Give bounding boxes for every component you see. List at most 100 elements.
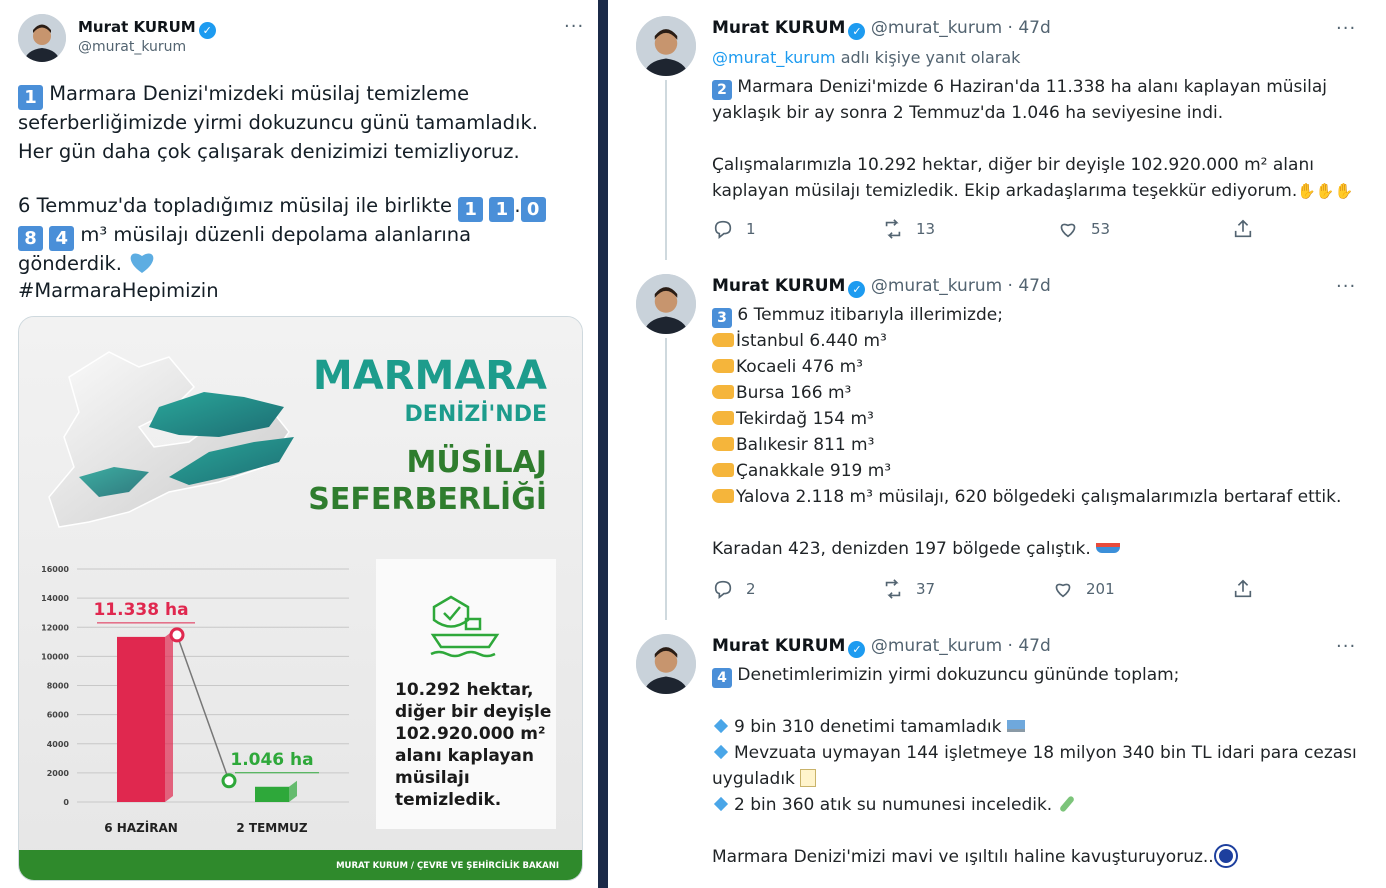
author-handle[interactable]: @murat_kurum	[78, 39, 186, 55]
verified-badge-icon: ✓	[198, 22, 216, 39]
laptop-icon	[1006, 720, 1025, 732]
y-tick-label: 8000	[47, 682, 70, 691]
hashtag-link[interactable]: #MarmaraHepimizin	[18, 277, 219, 305]
data-label: 11.338 ha	[93, 600, 188, 620]
reply-context: @murat_kurum adlı kişiye yanıt olarak	[712, 48, 1021, 67]
author-name[interactable]: Murat KURUM	[712, 636, 845, 656]
share-button[interactable]	[1232, 218, 1254, 240]
title-denizinde: DENİZİ'NDE	[405, 401, 547, 427]
pointing-hand-icon	[712, 385, 734, 399]
title-marmara: MARMARA	[313, 353, 547, 399]
like-button[interactable]: 53	[1057, 218, 1110, 240]
thread-connector	[665, 338, 667, 620]
pointing-hand-icon	[712, 463, 734, 477]
reply-icon	[714, 580, 732, 599]
list-item: Kocaeli 476 m³	[712, 354, 863, 380]
share-button[interactable]	[1232, 578, 1254, 600]
pointing-hand-icon	[712, 411, 734, 425]
tweet-meta[interactable]: @murat_kurum · 47d	[871, 636, 1051, 656]
keycap-icon: 1	[18, 85, 43, 110]
pointing-hand-icon	[712, 437, 734, 451]
verified-badge-icon: ✓	[848, 641, 866, 658]
ship-icon	[1096, 543, 1121, 553]
list-item: Balıkesir 811 m³	[712, 432, 874, 458]
tweet-line: uyguladık	[712, 766, 817, 792]
left-tweet: Murat KURUM ✓ @murat_kurum ··· 1 Marmara …	[0, 0, 598, 888]
retweet-button[interactable]: 13	[882, 218, 935, 240]
tweet-line: yaklaşık bir ay sonra 2 Temmuz'da 1.046 …	[712, 103, 1224, 123]
y-tick-label: 4000	[47, 740, 70, 749]
y-tick-label: 12000	[41, 623, 69, 632]
tweet-line: 1 Marmara Denizi'mizdeki müsilaj temizle…	[18, 80, 469, 110]
like-button[interactable]: 201	[1052, 578, 1115, 600]
y-tick-label: 10000	[41, 652, 69, 661]
keycap-icon: 1	[458, 197, 484, 222]
list-item: 9 bin 310 denetimi tamamladık	[712, 714, 1025, 740]
diamond-bullet-icon	[713, 718, 729, 734]
avatar[interactable]	[636, 634, 696, 694]
author-name[interactable]: Murat KURUM	[712, 18, 845, 38]
tweet-line: seferberliğimizde yirmi dokuzuncu günü t…	[18, 111, 538, 134]
avatar[interactable]	[636, 274, 696, 334]
retweet-button[interactable]: 37	[882, 578, 935, 600]
reply-button[interactable]: 2	[712, 578, 756, 600]
pointing-hand-icon	[712, 359, 734, 373]
list-item: Mevzuata uymayan 144 işletmeye 18 milyon…	[712, 740, 1357, 766]
data-label: 1.046 ha	[230, 750, 313, 770]
reply-to-link[interactable]: @murat_kurum	[712, 48, 836, 67]
more-options-icon[interactable]: ···	[564, 18, 584, 36]
nazar-eye-icon	[1215, 846, 1236, 866]
tweet-meta[interactable]: @murat_kurum · 47d	[871, 18, 1051, 38]
more-options-icon[interactable]: ···	[1336, 638, 1356, 656]
tweet-line: Marmara Denizi'mizi mavi ve ışıltılı hal…	[712, 844, 1236, 870]
summary-line: müsilajı	[395, 768, 470, 788]
list-item: İstanbul 6.440 m³	[712, 328, 887, 354]
avatar[interactable]	[636, 16, 696, 76]
y-tick-label: 0	[63, 798, 69, 807]
tweet-line: Karadan 423, denizden 197 bölgede çalışt…	[712, 536, 1121, 562]
tweet-line: 8 4 m³ müsilajı düzenli depolama alanlar…	[18, 221, 471, 251]
more-options-icon[interactable]: ···	[1336, 20, 1356, 38]
trend-point	[221, 773, 237, 789]
tweet-line: Her gün daha çok çalışarak denizimizi te…	[18, 140, 520, 163]
list-item: 2 bin 360 atık su numunesi inceledik.	[712, 792, 1075, 818]
verified-badge-icon: ✓	[848, 281, 866, 298]
y-tick-label: 2000	[47, 769, 70, 778]
verified-badge-icon: ✓	[848, 23, 866, 40]
keycap-icon: 1	[489, 197, 515, 222]
pointing-hand-icon	[712, 489, 734, 503]
keycap-icon: 0	[520, 197, 546, 222]
tweet-meta[interactable]: @murat_kurum · 47d	[871, 276, 1051, 296]
pointing-hand-icon	[712, 333, 734, 347]
author-name[interactable]: Murat KURUM	[78, 18, 196, 36]
trend-point	[169, 627, 185, 643]
tweet-line: Çalışmalarımızla 10.292 hektar, diğer bi…	[712, 155, 1314, 175]
chart-bar	[255, 786, 289, 802]
keycap-icon: 2	[712, 80, 732, 100]
avatar[interactable]	[18, 14, 66, 62]
retweet-icon	[885, 219, 901, 239]
title-seferberligi: SEFERBERLİĞİ	[308, 480, 547, 517]
y-tick-label: 14000	[41, 594, 69, 603]
tweet-line: 2 Marmara Denizi'mizde 6 Haziran'da 11.3…	[712, 74, 1327, 100]
summary-line: temizledik.	[395, 790, 501, 810]
tweet-line: 3 6 Temmuz itibarıyla illerimizde;	[712, 302, 1003, 328]
category-label: 2 TEMMUZ	[236, 821, 308, 835]
summary-line: diğer bir deyişle	[395, 702, 551, 722]
list-item: Tekirdağ 154 m³	[712, 406, 874, 432]
reply-button[interactable]: 1	[712, 218, 756, 240]
keycap-icon: 3	[712, 308, 732, 328]
clapping-hands-icon: ✋✋✋	[1297, 182, 1354, 200]
heart-icon	[1055, 583, 1071, 598]
more-options-icon[interactable]: ···	[1336, 278, 1356, 296]
summary-line: 10.292 hektar,	[395, 680, 533, 700]
thread-connector	[665, 80, 667, 260]
thread-pane: Murat KURUM ✓ @murat_kurum · 47d ··· @mur…	[608, 0, 1386, 888]
diamond-bullet-icon	[713, 744, 729, 760]
list-item: Çanakkale 919 m³	[712, 458, 891, 484]
author-name[interactable]: Murat KURUM	[712, 276, 845, 296]
heart-icon	[1060, 223, 1076, 238]
pane-divider	[598, 0, 608, 888]
infographic-image[interactable]: MARMARA DENİZİ'NDE MÜSİLAJ SEFERBERLİĞİ …	[18, 316, 583, 881]
y-tick-label: 16000	[41, 565, 69, 574]
